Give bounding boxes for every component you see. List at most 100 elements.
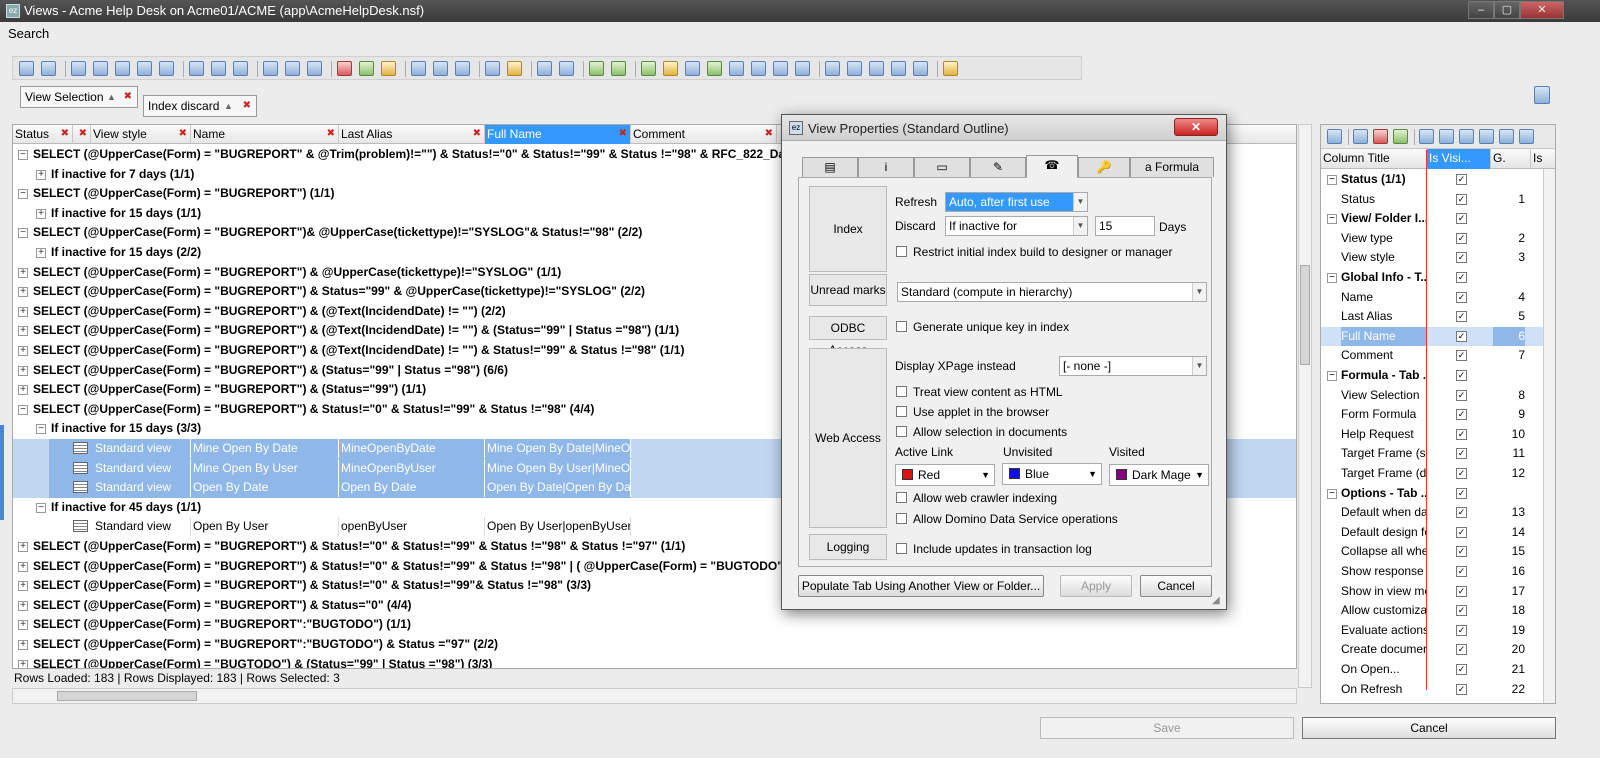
toolbar-button-icon[interactable]: [359, 61, 374, 76]
visible-checkbox[interactable]: ✓: [1456, 174, 1467, 185]
visible-checkbox[interactable]: ✓: [1456, 507, 1467, 519]
column-row[interactable]: Status ✓ 1: [1321, 190, 1543, 210]
close-window-button[interactable]: ✕: [1520, 1, 1564, 19]
save-button[interactable]: Save: [1040, 717, 1294, 739]
visited-color[interactable]: Dark Mage ▼: [1109, 464, 1209, 486]
expand-toggle-icon[interactable]: +: [18, 640, 28, 650]
collapse-toggle-icon[interactable]: −: [1327, 488, 1337, 499]
unvisited-color[interactable]: Blue ▼: [1002, 463, 1102, 485]
scroll-thumb[interactable]: [1300, 265, 1310, 365]
expand-toggle-icon[interactable]: +: [18, 600, 28, 611]
visible-checkbox[interactable]: ✓: [1456, 683, 1467, 695]
toolbar-button-icon[interactable]: [381, 61, 396, 76]
filter-icon[interactable]: ✖: [61, 125, 69, 143]
collapse-toggle-icon[interactable]: −: [18, 150, 28, 160]
collapse-toggle-icon[interactable]: −: [36, 502, 46, 513]
dialog-tab-2[interactable]: ▭: [914, 157, 970, 177]
header-name[interactable]: Name ✖: [191, 125, 339, 144]
column-row[interactable]: Full Name ✓ 6: [1321, 326, 1543, 347]
visible-checkbox[interactable]: ✓: [1456, 252, 1467, 264]
toolbar-button-icon[interactable]: [611, 61, 626, 76]
visible-checkbox[interactable]: ✓: [1456, 585, 1467, 597]
visible-checkbox[interactable]: ✓: [1456, 389, 1467, 401]
xpage-select[interactable]: [- none -] ▼: [1059, 356, 1207, 376]
expand-toggle-icon[interactable]: +: [18, 306, 28, 317]
toolbar-button-icon[interactable]: [93, 61, 108, 76]
group-row[interactable]: − Status (1/1) ✓: [1321, 170, 1543, 190]
header-comment[interactable]: Comment ✖: [631, 125, 777, 144]
panel-tool-icon[interactable]: [1353, 129, 1368, 144]
header-column-title[interactable]: Column Title: [1321, 149, 1427, 169]
toolbar-button-icon[interactable]: [411, 61, 426, 76]
vertical-scrollbar[interactable]: [1298, 124, 1312, 688]
dialog-close-button[interactable]: ✕: [1174, 118, 1218, 136]
unique-key-checkbox[interactable]: [896, 321, 907, 332]
toolbar-button-icon[interactable]: [433, 61, 448, 76]
sort-up-icon[interactable]: ▲: [224, 96, 233, 116]
visible-checkbox[interactable]: ✓: [1456, 468, 1467, 479]
filter-icon[interactable]: ✖: [179, 125, 187, 143]
filter-icon[interactable]: ✖: [327, 125, 335, 143]
html-checkbox[interactable]: [896, 386, 907, 397]
maximize-button[interactable]: ▢: [1494, 1, 1520, 19]
category-row[interactable]: + SELECT (@UpperCase(Form) = "BUGTODO") &…: [13, 655, 1296, 668]
visible-checkbox[interactable]: ✓: [1456, 448, 1467, 460]
toolbar-button-icon[interactable]: [507, 61, 522, 76]
expand-toggle-icon[interactable]: +: [18, 346, 28, 356]
expand-toggle-icon[interactable]: +: [18, 287, 28, 298]
column-row[interactable]: View type ✓ 2: [1321, 229, 1543, 249]
expand-toggle-icon[interactable]: +: [18, 659, 28, 668]
discard-days-input[interactable]: 15: [1095, 216, 1155, 236]
expand-toggle-icon[interactable]: +: [36, 169, 46, 180]
restrict-checkbox[interactable]: [896, 246, 907, 257]
resize-grip-icon[interactable]: ◢: [1212, 595, 1224, 607]
cancel-button[interactable]: Cancel: [1302, 717, 1556, 739]
panel-tool-icon[interactable]: [1459, 129, 1474, 144]
group-row[interactable]: − View/ Folder I... ✓: [1321, 209, 1543, 229]
visible-checkbox[interactable]: ✓: [1456, 370, 1467, 381]
toolbar-button-icon[interactable]: [41, 61, 56, 76]
toolbar-button-icon[interactable]: [71, 61, 86, 76]
horizontal-scrollbar[interactable]: [12, 688, 1297, 704]
column-row[interactable]: Show response c ✓ 16: [1321, 562, 1543, 582]
category-row[interactable]: + SELECT (@UpperCase(Form) = "BUGREPORT":…: [13, 615, 1296, 635]
expand-toggle-icon[interactable]: +: [18, 620, 28, 631]
header-view-style[interactable]: View style ✖: [91, 125, 191, 144]
panel-tool-icon[interactable]: [1373, 129, 1388, 144]
discard-select[interactable]: If inactive for ▼: [945, 216, 1088, 236]
sort-up-icon[interactable]: ▲: [107, 87, 116, 107]
header-full-name[interactable]: Full Name ✖: [485, 125, 631, 144]
toolbar-button-icon[interactable]: [211, 61, 226, 76]
toolbar-button-icon[interactable]: [943, 61, 958, 76]
column-row[interactable]: Help Request ✓ 10: [1321, 425, 1543, 445]
column-row[interactable]: On Refresh ✓ 22: [1321, 680, 1543, 700]
toolbar-button-icon[interactable]: [825, 61, 840, 76]
panel-tool-icon[interactable]: [1393, 129, 1408, 144]
dialog-cancel-button[interactable]: Cancel: [1140, 575, 1212, 597]
toolbar-button-icon[interactable]: [707, 61, 722, 76]
toolbar-button-icon[interactable]: [641, 61, 656, 76]
toolbar-button-icon[interactable]: [847, 61, 862, 76]
toolbar-button-icon[interactable]: [307, 61, 322, 76]
toolbar-button-icon[interactable]: [263, 61, 278, 76]
column-row[interactable]: Last Alias ✓ 5: [1321, 307, 1543, 327]
header-last-alias[interactable]: Last Alias ✖: [339, 125, 485, 144]
selection-checkbox[interactable]: [896, 426, 907, 437]
expand-toggle-icon[interactable]: +: [18, 581, 28, 592]
expand-toggle-icon[interactable]: +: [18, 561, 28, 572]
toolbar-button-icon[interactable]: [891, 61, 906, 76]
visible-checkbox[interactable]: ✓: [1456, 232, 1467, 244]
toolbar-button-icon[interactable]: [773, 61, 788, 76]
dialog-tab-4[interactable]: ☎: [1026, 155, 1078, 178]
visible-checkbox[interactable]: ✓: [1456, 330, 1467, 342]
filter-icon[interactable]: ✖: [473, 125, 481, 143]
toolbar-button-icon[interactable]: [337, 61, 352, 76]
expand-toggle-icon[interactable]: +: [18, 385, 28, 396]
column-row[interactable]: View style ✓ 3: [1321, 248, 1543, 268]
panel-vscroll[interactable]: [1543, 169, 1555, 703]
header-g[interactable]: G.: [1491, 149, 1531, 169]
column-row[interactable]: Default design fo ✓ 14: [1321, 523, 1543, 543]
toolbar-button-icon[interactable]: [233, 61, 248, 76]
header-status[interactable]: Status ✖: [13, 125, 73, 144]
visible-checkbox[interactable]: ✓: [1456, 193, 1467, 205]
